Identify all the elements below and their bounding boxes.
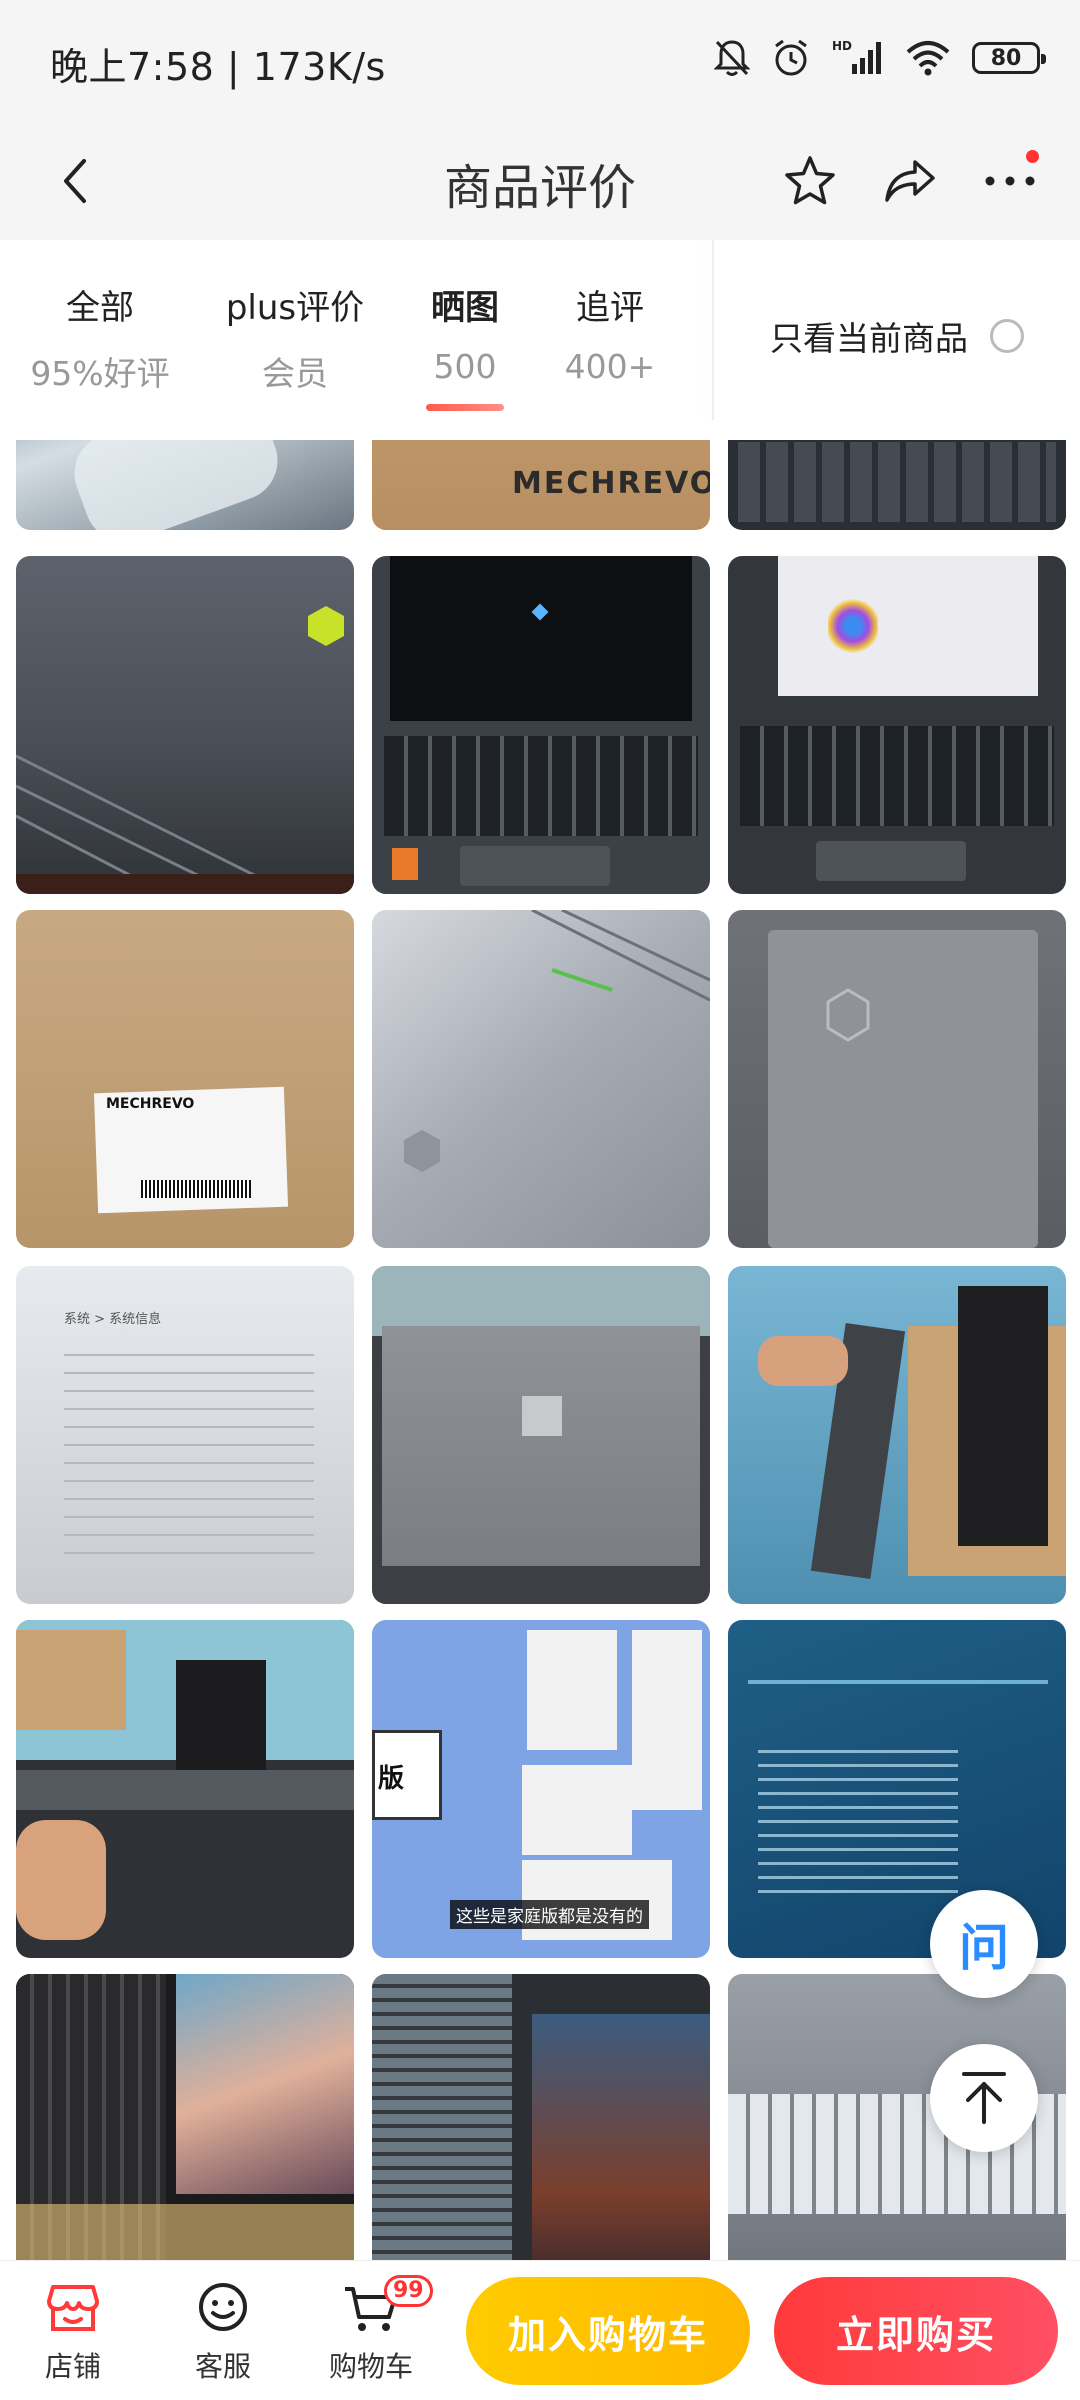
- cart-count-badge: 99: [384, 2275, 433, 2307]
- arrow-up-icon: [962, 2072, 1006, 2124]
- buy-now-button[interactable]: 立即购买: [774, 2277, 1058, 2385]
- battery-indicator: 80: [972, 42, 1046, 74]
- more-icon: [985, 176, 1035, 186]
- store-label: 店铺: [44, 2350, 101, 2383]
- review-photo[interactable]: [728, 1266, 1066, 1604]
- review-photo[interactable]: [372, 1974, 710, 2260]
- label-brand-text: MECHREVO: [106, 1096, 195, 1112]
- wifi-icon: [906, 41, 950, 76]
- star-icon: [785, 156, 835, 205]
- tab-plus-label: plus评价: [225, 288, 365, 328]
- tab-photos-sub: 500: [433, 347, 497, 386]
- add-to-cart-button[interactable]: 加入购物车: [466, 2277, 750, 2385]
- store-button[interactable]: 店铺: [18, 2281, 128, 2385]
- favorite-button[interactable]: [775, 146, 845, 216]
- scroll-top-button[interactable]: [930, 2044, 1038, 2152]
- review-photo[interactable]: [372, 910, 710, 1248]
- share-icon: [885, 160, 935, 202]
- review-photo[interactable]: 版 这些是家庭版都是没有的: [372, 1620, 710, 1958]
- service-icon: [199, 2283, 247, 2331]
- filter-label: 只看当前商品: [770, 319, 968, 358]
- review-photo[interactable]: MECHREVO: [372, 440, 710, 530]
- tab-photos[interactable]: 晒图 500: [410, 280, 520, 386]
- notification-dot: [1026, 150, 1039, 163]
- tab-all-sub: 95%好评: [30, 354, 170, 393]
- ask-icon: 问: [959, 1919, 1009, 1977]
- ask-button[interactable]: 问: [930, 1890, 1038, 1998]
- tab-divider: [712, 240, 714, 420]
- tab-plus[interactable]: plus评价 会员: [220, 280, 370, 395]
- review-photo[interactable]: [16, 1974, 354, 2260]
- signal-icon: HD: [832, 39, 881, 74]
- review-photo[interactable]: [728, 440, 1066, 530]
- photo-system-info-text: 系统 > 系统信息: [64, 1312, 162, 1327]
- review-photo[interactable]: [728, 910, 1066, 1248]
- review-photo[interactable]: [728, 556, 1066, 894]
- tab-followup-sub: 400+: [564, 347, 656, 386]
- service-label: 客服: [194, 2350, 251, 2383]
- review-photo[interactable]: MECHREVO: [16, 910, 354, 1248]
- status-time-speed: 晚上7:58 | 173K/s: [50, 45, 386, 89]
- cart-label: 购物车: [328, 2350, 413, 2383]
- photo-grid: MECHREVO MECHREVO 系统 > 系统信息 版 这些是家庭版都是没有…: [0, 440, 1080, 2260]
- alarm-icon: [775, 39, 807, 76]
- bell-off-icon: [714, 40, 750, 76]
- review-photo[interactable]: [16, 440, 354, 530]
- share-button[interactable]: [875, 146, 945, 216]
- tab-followup-label: 追评: [576, 288, 644, 328]
- review-photo[interactable]: 系统 > 系统信息: [16, 1266, 354, 1604]
- photo-partial-text: 版: [378, 1764, 405, 1794]
- filter-radio[interactable]: [990, 319, 1024, 353]
- review-tabs: 全部 95%好评 plus评价 会员 晒图 500 追评 400+ 只看当前商品: [0, 240, 1080, 440]
- tab-plus-sub: 会员: [262, 354, 328, 393]
- tab-all-label: 全部: [66, 288, 134, 328]
- status-bar: 晚上7:58 | 173K/s HD 80: [0, 0, 1080, 120]
- tab-photos-label: 晒图: [431, 288, 499, 328]
- photo-brand-text: MECHREVO: [512, 466, 710, 501]
- active-tab-indicator: [426, 404, 504, 411]
- store-icon: [47, 2285, 99, 2331]
- svg-text:HD: HD: [832, 39, 852, 53]
- review-photo[interactable]: [372, 1266, 710, 1604]
- review-photo[interactable]: [372, 556, 710, 894]
- more-button[interactable]: [975, 146, 1045, 216]
- review-photo[interactable]: [16, 556, 354, 894]
- cart-button[interactable]: 99 购物车: [316, 2275, 433, 2385]
- current-product-filter[interactable]: 只看当前商品: [770, 312, 1024, 360]
- tab-followup[interactable]: 追评 400+: [555, 280, 665, 386]
- bottom-bar: 店铺 客服 99 购物车 加入购物车 立即购买: [0, 2260, 1080, 2400]
- status-icons: HD 80: [714, 38, 1046, 78]
- customer-service-button[interactable]: 客服: [168, 2281, 278, 2385]
- video-caption: 这些是家庭版都是没有的: [450, 1900, 649, 1929]
- review-photo[interactable]: [16, 1620, 354, 1958]
- tab-all[interactable]: 全部 95%好评: [30, 280, 170, 395]
- nav-bar: 商品评价: [0, 120, 1080, 240]
